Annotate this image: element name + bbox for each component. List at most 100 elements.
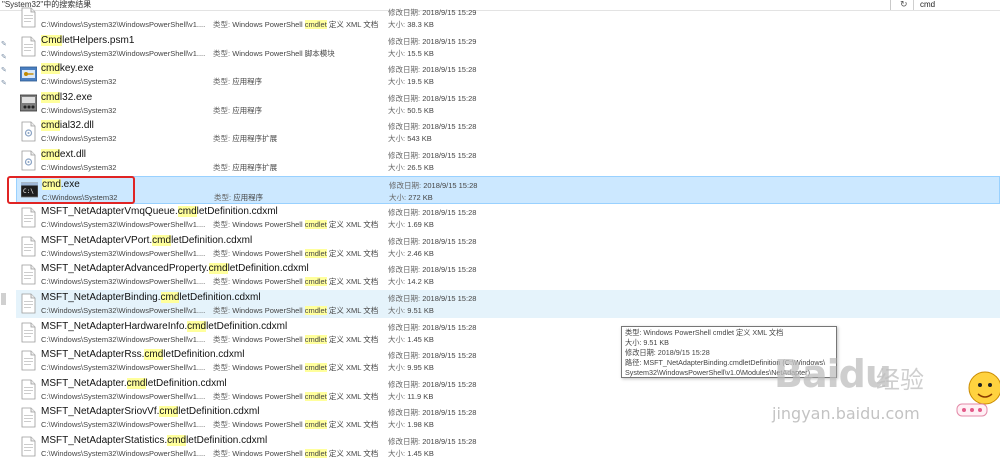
file-name[interactable]: MSFT_NetAdapterHardwareInfo.cmdletDefini… xyxy=(41,320,287,333)
file-name[interactable]: cmdl32.exe xyxy=(41,91,92,104)
size-label: 大小: xyxy=(388,20,406,29)
list-item[interactable]: MSFT_NetAdapterBinding.cmdletDefinition.… xyxy=(16,290,1000,318)
list-item[interactable]: MSFT_NetAdapterStatistics.cmdletDefiniti… xyxy=(16,433,1000,458)
size-value: 543 KB xyxy=(407,134,432,144)
list-item[interactable]: C:\ cmd.exe C:\Windows\System32 类型: 应用程序 修改日… xyxy=(16,175,1000,204)
file-name[interactable]: MSFT_NetAdapterVPort.cmdletDefinition.cd… xyxy=(41,234,252,247)
size-value: 11.9 KB xyxy=(407,391,434,401)
modified-value: 2018/9/15 15:28 xyxy=(422,437,477,446)
file-size: 大小: 26.5 KB xyxy=(388,163,434,172)
pin-icon[interactable]: ✎ xyxy=(1,67,7,75)
modified-value: 2018/9/15 15:28 xyxy=(422,236,477,246)
type-value: Windows PowerShell xyxy=(232,363,305,373)
dll-file-icon xyxy=(21,121,36,142)
modified-date: 修改日期: 2018/9/15 15:28 xyxy=(388,437,476,446)
search-match-highlight: Cmd xyxy=(41,34,63,46)
type-label: 类型: xyxy=(213,134,231,144)
file-path: C:\Windows\System32\WindowsPowerShell\v1… xyxy=(41,48,206,58)
modified-date: 修改日期: 2018/9/15 15:28 xyxy=(388,151,476,160)
list-item[interactable]: cmdial32.dll C:\Windows\System32 类型: 应用程序扩… xyxy=(16,118,1000,146)
modified-label: 修改日期: xyxy=(388,379,421,389)
file-type: 类型: Windows PowerShell cmdlet 定义 XML 文档 xyxy=(213,420,378,430)
type-label: 类型: xyxy=(213,220,231,230)
file-name-suffix: ext.dll xyxy=(59,149,87,160)
modified-value: 2018/9/15 15:28 xyxy=(422,294,477,303)
modified-date: 修改日期: 2018/9/15 15:28 xyxy=(388,208,476,217)
file-name[interactable]: cmdkey.exe xyxy=(41,63,94,75)
type-value-suffix: 定义 XML 文档 xyxy=(326,391,379,401)
xml-document-icon xyxy=(21,379,36,400)
type-value: Windows PowerShell xyxy=(232,20,305,29)
tooltip-date: 修改日期: 2018/9/15 15:28 xyxy=(625,348,710,357)
size-label: 大小: xyxy=(388,134,406,144)
modified-date: 修改日期: 2018/9/15 15:28 xyxy=(388,380,476,389)
type-value: Windows PowerShell xyxy=(232,334,305,344)
search-match-highlight: cmd xyxy=(187,320,207,332)
modified-value: 2018/9/15 15:28 xyxy=(422,322,477,332)
modified-value: 2018/9/15 15:29 xyxy=(422,8,477,17)
list-item[interactable]: MSFT_NetAdapter.cmdletDefinition.cdxml C:… xyxy=(16,376,1000,404)
list-item[interactable]: MSFT_NetAdapterSriovVf.cmdletDefinition.… xyxy=(16,404,1000,432)
list-item[interactable]: MSFT_NetAdapterHardwareInfo.cmdletDefini… xyxy=(16,319,1000,347)
type-label: 类型: xyxy=(213,391,231,401)
list-item[interactable]: CmdletHelpers.psm1 C:\Windows\System32\Wi… xyxy=(16,33,1000,61)
search-match-highlight: cmd xyxy=(208,263,228,275)
search-match-highlight: cmd xyxy=(41,91,60,103)
size-value: 38.3 KB xyxy=(407,20,434,29)
file-size: 大小: 38.3 KB xyxy=(388,20,434,29)
list-item[interactable]: MSFT_NetAdapterAdvancedProperty.cmdletDe… xyxy=(16,261,1000,289)
size-label: 大小: xyxy=(388,449,406,458)
xml-document-icon xyxy=(21,322,36,342)
size-value: 50.5 KB xyxy=(407,105,434,115)
type-value: Windows PowerShell xyxy=(232,391,305,401)
modified-value: 2018/9/15 15:28 xyxy=(422,208,477,218)
file-name[interactable]: MSFT_NetAdapterRss.cmdletDefinition.cdxm… xyxy=(41,349,244,361)
splitter-handle[interactable] xyxy=(1,293,6,305)
file-size: 大小: 1.98 KB xyxy=(388,420,434,429)
list-item[interactable]: MSFT_NetAdapterVmqQueue.cmdletDefinition… xyxy=(16,204,1000,232)
pin-icon[interactable]: ✎ xyxy=(1,80,7,88)
file-name[interactable]: MSFT_NetAdapterBinding.cmdletDefinition.… xyxy=(41,292,261,304)
pin-icon[interactable]: ✎ xyxy=(1,41,7,49)
file-name[interactable]: cmdial32.dll xyxy=(41,120,94,132)
type-label: 类型: xyxy=(213,334,231,344)
file-name[interactable]: MSFT_NetAdapterAdvancedProperty.cmdletDe… xyxy=(41,263,309,275)
file-size: 大小: 11.9 KB xyxy=(388,392,433,401)
type-value: 应用程序扩展 xyxy=(232,134,278,144)
pin-icon[interactable]: ✎ xyxy=(1,54,7,62)
modified-date: 修改日期: 2018/9/15 15:28 xyxy=(388,265,476,274)
file-type: 类型: Windows PowerShell cmdlet 定义 XML 文档 xyxy=(213,391,379,401)
list-item[interactable]: MSFT_NetAdapterRss.cmdletDefinition.cdxm… xyxy=(16,347,1000,375)
file-name[interactable]: cmdext.dll xyxy=(41,149,86,161)
search-match-highlight: cmdlet xyxy=(304,220,327,230)
size-value: 26.5 KB xyxy=(407,163,434,172)
file-name-prefix: MSFT_NetAdapterRss. xyxy=(41,349,145,361)
tooltip-size: 大小: 9.51 KB xyxy=(625,338,669,347)
size-label: 大小: xyxy=(388,363,406,373)
list-item[interactable]: cmdext.dll C:\Windows\System32 类型: 应用程序扩展 修… xyxy=(16,147,1000,175)
size-label: 大小: xyxy=(388,77,406,87)
modified-date: 修改日期: 2018/9/15 15:28 xyxy=(388,122,476,131)
size-label: 大小: xyxy=(388,306,406,315)
list-item[interactable]: cmdkey.exe C:\Windows\System32 类型: 应用程序 修改日… xyxy=(16,61,1000,89)
modified-date: 修改日期: 2018/9/15 15:28 xyxy=(388,351,476,360)
file-name[interactable]: MSFT_NetAdapterSriovVf.cmdletDefinition.… xyxy=(41,406,259,418)
file-name-prefix: MSFT_NetAdapterAdvancedProperty. xyxy=(41,263,209,275)
type-label: 类型: xyxy=(214,192,232,202)
file-name[interactable]: MSFT_NetAdapterStatistics.cmdletDefiniti… xyxy=(41,435,267,447)
document-icon xyxy=(21,36,36,56)
modified-label: 修改日期: xyxy=(388,93,421,103)
list-item[interactable]: C:\Windows\System32\WindowsPowerShell\v1… xyxy=(16,4,1000,32)
size-label: 大小: xyxy=(388,277,406,287)
list-item[interactable]: MSFT_NetAdapterVPort.cmdletDefinition.cd… xyxy=(16,233,1000,261)
emoji-sticker-icon xyxy=(956,371,1000,417)
file-name[interactable]: CmdletHelpers.psm1 xyxy=(41,34,134,47)
list-item[interactable]: cmdl32.exe C:\Windows\System32 类型: 应用程序 修改日… xyxy=(16,90,1000,118)
type-value: Windows PowerShell xyxy=(232,220,305,230)
file-name[interactable]: MSFT_NetAdapter.cmdletDefinition.cdxml xyxy=(41,377,227,390)
type-value-suffix: 定义 XML 文档 xyxy=(326,363,379,373)
file-path: C:\Windows\System32\WindowsPowerShell\v1… xyxy=(41,277,206,287)
file-name[interactable]: MSFT_NetAdapterVmqQueue.cmdletDefinition… xyxy=(41,206,278,218)
type-label: 类型: xyxy=(213,48,231,58)
modified-label: 修改日期: xyxy=(388,65,421,75)
